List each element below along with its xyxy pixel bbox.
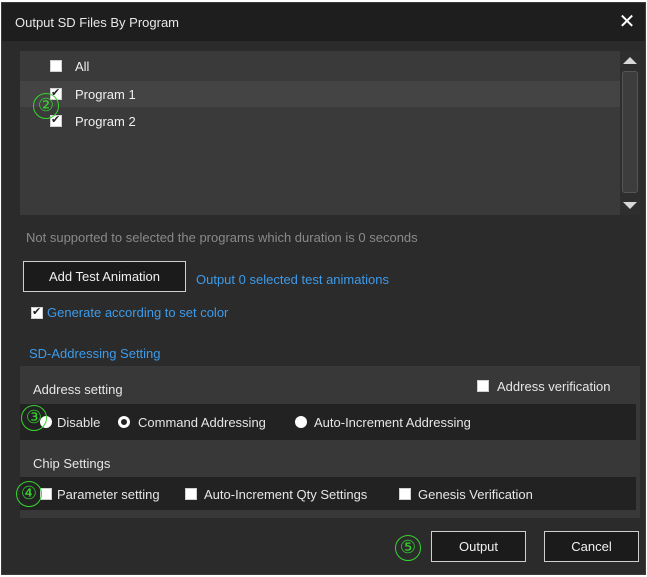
auto-increment-qty-label[interactable]: Auto-Increment Qty Settings	[204, 487, 367, 502]
scroll-up-arrow-icon[interactable]	[623, 57, 637, 64]
genesis-verification-checkbox[interactable]	[399, 488, 411, 500]
annotation-marker-3: ③	[21, 405, 47, 431]
list-item-label: Program 2	[75, 114, 136, 129]
address-verification-checkbox[interactable]	[477, 380, 489, 392]
output-selected-animations-link[interactable]: Output 0 selected test animations	[196, 272, 389, 287]
auto-increment-qty-checkbox[interactable]	[185, 488, 197, 500]
auto-increment-addressing-label[interactable]: Auto-Increment Addressing	[314, 415, 471, 430]
generate-color-checkbox[interactable]	[31, 305, 43, 319]
duration-hint: Not supported to selected the programs w…	[26, 230, 418, 245]
annotation-marker-2: ②	[33, 93, 59, 119]
title-bar: Output SD Files By Program ✕	[2, 3, 645, 41]
add-test-animation-button[interactable]: Add Test Animation	[23, 261, 186, 292]
output-sd-files-dialog: Output SD Files By Program ✕ All Program…	[1, 2, 646, 575]
list-item-program-2[interactable]: Program 2	[20, 108, 620, 134]
list-item-all[interactable]: All	[20, 53, 620, 79]
sd-addressing-group: Address setting Address verification Dis…	[20, 366, 640, 518]
address-mode-row: Disable Command Addressing Auto-Incremen…	[20, 404, 636, 440]
genesis-verification-label[interactable]: Genesis Verification	[418, 487, 533, 502]
chip-settings-row: Parameter setting Auto-Increment Qty Set…	[20, 477, 636, 510]
dialog-title: Output SD Files By Program	[15, 15, 179, 30]
annotation-marker-4: ④	[16, 481, 42, 507]
address-setting-label: Address setting	[33, 382, 123, 397]
list-item-label: Program 1	[75, 87, 136, 102]
command-addressing-radio[interactable]	[118, 416, 130, 428]
annotation-marker-5: ⑤	[395, 535, 421, 561]
chip-settings-label: Chip Settings	[33, 456, 111, 471]
disable-label[interactable]: Disable	[57, 415, 100, 430]
list-scrollbar[interactable]	[620, 51, 640, 215]
parameter-setting-label[interactable]: Parameter setting	[57, 487, 160, 502]
auto-increment-addressing-radio[interactable]	[295, 416, 307, 428]
scroll-thumb[interactable]	[622, 71, 638, 193]
generate-color-label[interactable]: Generate according to set color	[47, 305, 228, 320]
cancel-button[interactable]: Cancel	[544, 531, 639, 562]
address-verification-label[interactable]: Address verification	[497, 379, 610, 394]
list-item-label: All	[75, 59, 90, 74]
scroll-down-arrow-icon[interactable]	[623, 202, 637, 209]
sd-addressing-section-title: SD-Addressing Setting	[29, 346, 161, 361]
program-list: All Program 1 Program 2	[20, 51, 640, 215]
list-item-program-1[interactable]: Program 1	[20, 81, 620, 107]
command-addressing-label[interactable]: Command Addressing	[138, 415, 266, 430]
output-button[interactable]: Output	[431, 531, 526, 562]
close-icon[interactable]: ✕	[616, 11, 638, 33]
all-checkbox[interactable]	[50, 60, 62, 72]
